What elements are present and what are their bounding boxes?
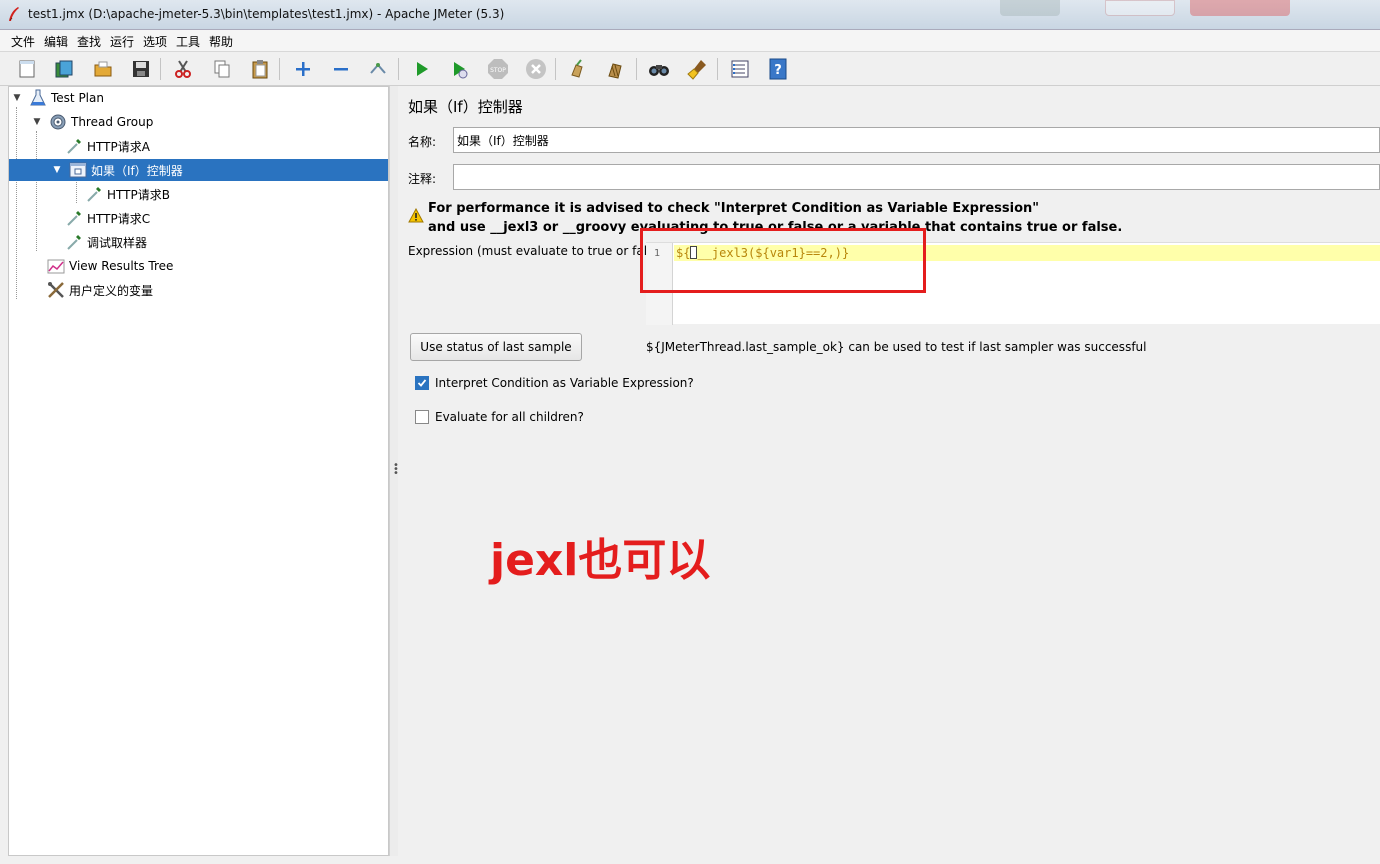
name-label: 名称: [408, 135, 437, 149]
tools-icon [47, 281, 65, 299]
comment-label: 注释: [408, 172, 437, 186]
new-icon[interactable] [15, 57, 39, 81]
gear-icon [49, 113, 67, 131]
evaluate-all-children-label: Evaluate for all children? [435, 410, 584, 424]
toolbar-separator [717, 58, 718, 80]
clear-icon[interactable] [566, 57, 590, 81]
tree-item-label: View Results Tree [69, 259, 174, 273]
background-window-fragment [1105, 0, 1175, 16]
test-plan-tree: ▼ Test Plan ▼ Thread Group HTTP请求A ▼ 如果（… [8, 86, 389, 856]
collapse-icon[interactable] [329, 57, 353, 81]
menu-run[interactable]: 运行 [110, 33, 134, 50]
tree-item-label: 用户定义的变量 [69, 283, 154, 298]
pipette-icon [65, 233, 83, 251]
svg-text:?: ? [774, 63, 782, 78]
tree-item-label: Thread Group [71, 115, 154, 129]
open-icon[interactable] [91, 57, 115, 81]
tree-guide-line [16, 107, 17, 299]
panel-splitter[interactable]: • • • [389, 86, 399, 856]
tree-guide-line [76, 179, 77, 203]
tree-item-label: HTTP请求C [87, 211, 151, 226]
interpret-condition-checkbox-row[interactable]: Interpret Condition as Variable Expressi… [415, 376, 694, 390]
menu-file[interactable]: 文件 [11, 33, 35, 50]
tree-item-label: HTTP请求A [87, 139, 150, 154]
panel-title: 如果（If）控制器 [408, 98, 523, 116]
svg-text:STOP: STOP [490, 67, 506, 74]
interpret-condition-checkbox[interactable] [415, 376, 429, 390]
test-plan-icon [29, 89, 47, 107]
if-controller-panel: 如果（If）控制器 名称: 注释: For performance it is … [398, 86, 1380, 856]
comment-input[interactable] [453, 164, 1380, 190]
tree-item-http-request-c[interactable]: HTTP请求C [65, 207, 389, 229]
menu-bar: 文件 编辑 查找 运行 选项 工具 帮助 [0, 30, 1380, 52]
last-sample-hint: ${JMeterThread.last_sample_ok} can be us… [646, 340, 1147, 354]
background-window-fragment [1000, 0, 1060, 16]
save-icon[interactable] [129, 57, 153, 81]
annotation-text: jexl也可以 [490, 535, 711, 586]
expand-arrow-icon[interactable]: ▼ [51, 165, 63, 175]
tree-item-label: 调试取样器 [87, 235, 148, 250]
title-bar: test1.jmx (D:\apache-jmeter-5.3\bin\temp… [0, 0, 1380, 30]
background-window-fragment [1190, 0, 1290, 16]
tree-item-thread-group[interactable]: ▼ Thread Group [31, 111, 389, 133]
evaluate-all-children-checkbox[interactable] [415, 410, 429, 424]
clear-all-icon[interactable] [604, 57, 628, 81]
menu-tools[interactable]: 工具 [176, 33, 200, 50]
tree-item-label: Test Plan [51, 91, 104, 105]
expand-arrow-icon[interactable]: ▼ [31, 117, 43, 127]
pipette-icon [85, 185, 103, 203]
pipette-icon [65, 209, 83, 227]
jmeter-feather-icon [9, 7, 19, 21]
function-helper-icon[interactable] [728, 57, 752, 81]
name-input[interactable] [453, 127, 1380, 153]
tree-item-debug-sampler[interactable]: 调试取样器 [65, 231, 389, 253]
tree-item-user-defined-variables[interactable]: 用户定义的变量 [47, 279, 389, 301]
tree-item-label: 如果（If）控制器 [91, 163, 183, 178]
reset-search-icon[interactable] [686, 57, 710, 81]
shutdown-icon[interactable] [524, 57, 548, 81]
paste-icon[interactable] [248, 57, 272, 81]
expand-arrow-icon[interactable]: ▼ [11, 93, 23, 103]
tree-item-if-controller[interactable]: ▼ 如果（If）控制器 [9, 159, 388, 181]
menu-options[interactable]: 选项 [143, 33, 167, 50]
pipette-icon [65, 137, 83, 155]
start-icon[interactable] [410, 57, 434, 81]
toolbar-separator [279, 58, 280, 80]
search-icon[interactable] [647, 57, 671, 81]
toggle-icon[interactable] [366, 57, 390, 81]
templates-icon[interactable] [52, 57, 76, 81]
help-icon[interactable]: ? [766, 57, 790, 81]
expand-icon[interactable] [291, 57, 315, 81]
tree-item-http-request-b[interactable]: HTTP请求B [85, 183, 389, 205]
toolbar-separator [555, 58, 556, 80]
toolbar-separator [160, 58, 161, 80]
tree-guide-line [36, 131, 37, 251]
checkmark-icon [417, 379, 427, 387]
toolbar: STOP ? [0, 52, 1380, 86]
menu-search[interactable]: 查找 [77, 33, 101, 50]
interpret-condition-label: Interpret Condition as Variable Expressi… [435, 376, 694, 390]
controller-icon [69, 161, 87, 179]
cut-icon[interactable] [171, 57, 195, 81]
warning-icon [408, 208, 424, 223]
stop-icon[interactable]: STOP [486, 57, 510, 81]
tree-item-label: HTTP请求B [107, 187, 170, 202]
graph-icon [47, 257, 65, 275]
start-no-pauses-icon[interactable] [447, 57, 471, 81]
performance-warning-line1: For performance it is advised to check "… [428, 201, 1040, 216]
menu-edit[interactable]: 编辑 [44, 33, 68, 50]
tree-item-view-results-tree[interactable]: View Results Tree [47, 255, 389, 277]
evaluate-all-children-checkbox-row[interactable]: Evaluate for all children? [415, 410, 584, 424]
expression-label: Expression (must evaluate to true or fal… [408, 244, 666, 258]
use-status-of-last-sample-button[interactable]: Use status of last sample [410, 333, 582, 361]
tree-item-test-plan[interactable]: ▼ Test Plan [11, 87, 389, 109]
copy-icon[interactable] [210, 57, 234, 81]
menu-help[interactable]: 帮助 [209, 33, 233, 50]
annotation-highlight-box [640, 228, 926, 293]
window-title: test1.jmx (D:\apache-jmeter-5.3\bin\temp… [28, 7, 505, 21]
toolbar-separator [636, 58, 637, 80]
tree-item-http-request-a[interactable]: HTTP请求A [65, 135, 389, 157]
toolbar-separator [398, 58, 399, 80]
